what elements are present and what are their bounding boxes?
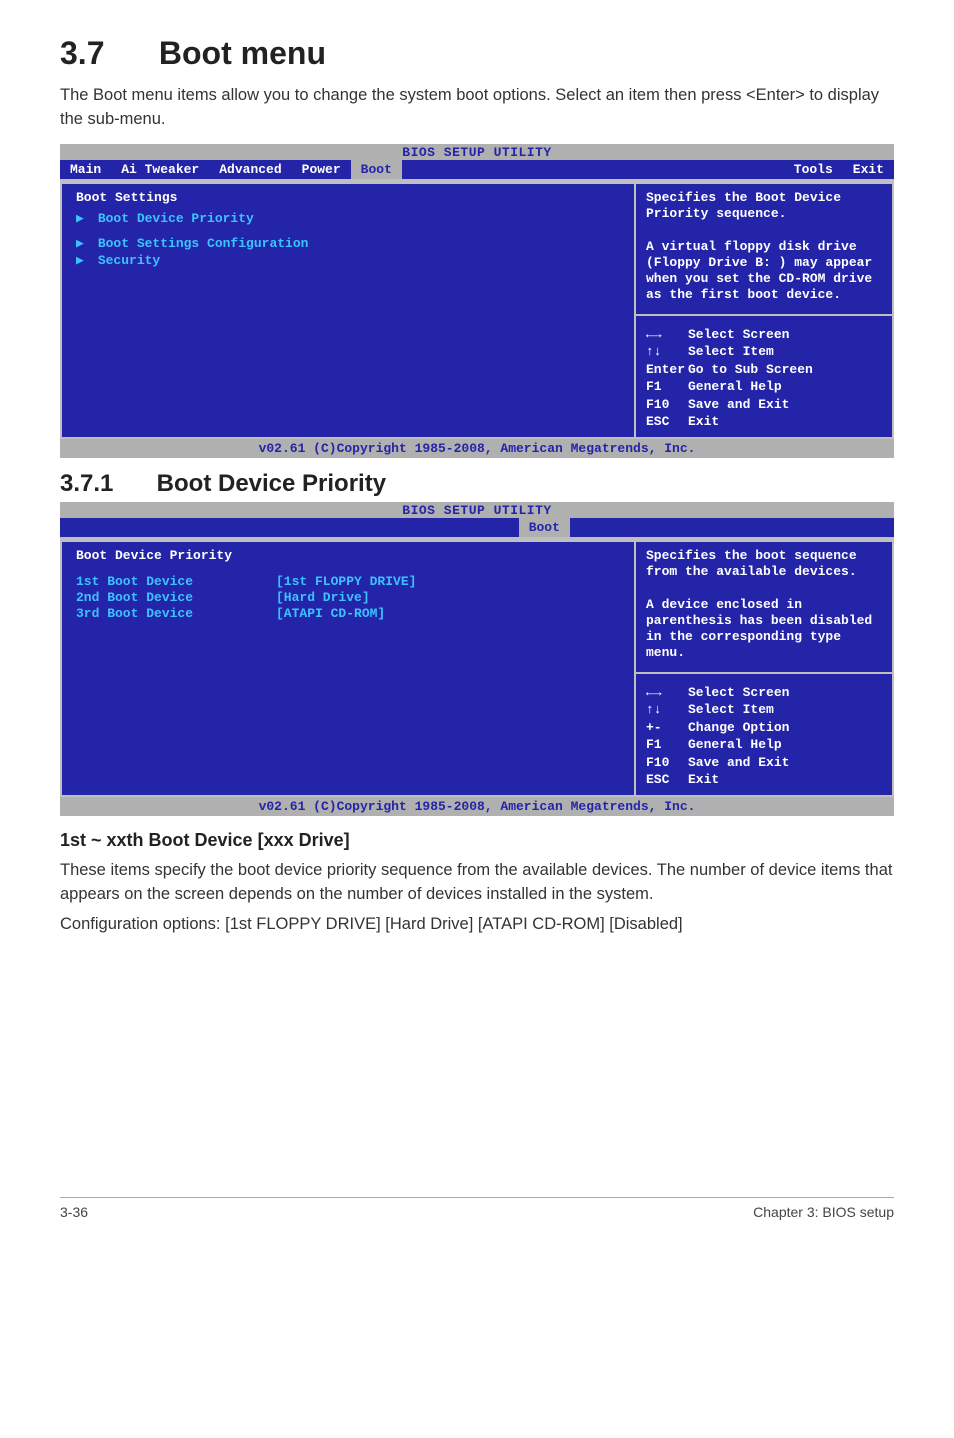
divider xyxy=(636,314,892,316)
boot-device-value: [Hard Drive] xyxy=(276,590,370,605)
boot-device-label: 1st Boot Device xyxy=(76,574,276,589)
tab-ai-tweaker[interactable]: Ai Tweaker xyxy=(111,160,209,179)
bios-screen-boot-settings: BIOS SETUP UTILITY Main Ai Tweaker Advan… xyxy=(60,144,894,458)
menu-boot-device-priority[interactable]: ▶ Boot Device Priority xyxy=(76,211,620,226)
boot-device-label: 3rd Boot Device xyxy=(76,606,276,621)
key-esc: ESC xyxy=(646,413,688,431)
divider xyxy=(636,672,892,674)
bios-left-pane: Boot Settings ▶ Boot Device Priority ▶ B… xyxy=(60,182,634,439)
key-f10: F10 xyxy=(646,754,688,772)
option-description-2: Configuration options: [1st FLOPPY DRIVE… xyxy=(60,913,894,937)
tab-tools[interactable]: Tools xyxy=(784,160,843,179)
boot-device-row-1[interactable]: 1st Boot Device [1st FLOPPY DRIVE] xyxy=(76,574,620,589)
bios-title: BIOS SETUP UTILITY xyxy=(60,144,894,160)
bios-screen-boot-device-priority: BIOS SETUP UTILITY Boot Boot Device Prio… xyxy=(60,502,894,816)
option-heading: 1st ~ xxth Boot Device [xxx Drive] xyxy=(60,830,894,851)
bios-title: BIOS SETUP UTILITY xyxy=(60,502,894,518)
tab-exit[interactable]: Exit xyxy=(843,160,894,179)
boot-device-row-3[interactable]: 3rd Boot Device [ATAPI CD-ROM] xyxy=(76,606,620,621)
subsection-number: 3.7.1 xyxy=(60,470,150,498)
chapter-label: Chapter 3: BIOS setup xyxy=(753,1204,894,1220)
bios-tabs: Boot xyxy=(60,518,894,537)
tab-main[interactable]: Main xyxy=(60,160,111,179)
menu-security[interactable]: ▶ Security xyxy=(76,253,620,268)
submenu-arrow-icon: ▶ xyxy=(76,236,90,251)
bios-copyright: v02.61 (C)Copyright 1985-2008, American … xyxy=(60,797,894,816)
bios-help-pane: Specifies the boot sequence from the ava… xyxy=(634,540,894,797)
boot-device-label: 2nd Boot Device xyxy=(76,590,276,605)
bios-left-pane: Boot Device Priority 1st Boot Device [1s… xyxy=(60,540,634,797)
section-title: Boot menu xyxy=(159,35,326,71)
bios-help-text: Specifies the boot sequence from the ava… xyxy=(646,548,882,662)
bios-left-heading: Boot Settings xyxy=(76,190,620,205)
key-arrows-lr-icon: ←→ xyxy=(646,326,688,344)
bios-help-pane: Specifies the Boot Device Priority seque… xyxy=(634,182,894,439)
page-number: 3-36 xyxy=(60,1204,88,1220)
tab-power[interactable]: Power xyxy=(292,160,351,179)
boot-device-value: [ATAPI CD-ROM] xyxy=(276,606,385,621)
submenu-arrow-icon: ▶ xyxy=(76,211,90,226)
tab-boot[interactable]: Boot xyxy=(519,518,570,537)
key-plus-minus: +- xyxy=(646,719,688,737)
key-arrows-ud-icon: ↑↓ xyxy=(646,343,688,361)
bios-tabs: Main Ai Tweaker Advanced Power Boot Tool… xyxy=(60,160,894,179)
submenu-arrow-icon: ▶ xyxy=(76,253,90,268)
key-f10: F10 xyxy=(646,396,688,414)
section-number: 3.7 xyxy=(60,35,150,72)
bios-help-text: Specifies the Boot Device Priority seque… xyxy=(646,190,882,304)
menu-boot-settings-configuration[interactable]: ▶ Boot Settings Configuration xyxy=(76,236,620,251)
subsection-title: Boot Device Priority xyxy=(157,470,386,497)
tab-advanced[interactable]: Advanced xyxy=(209,160,291,179)
bios-key-legend: ←→Select Screen ↑↓Select Item +-Change O… xyxy=(646,684,882,789)
bios-copyright: v02.61 (C)Copyright 1985-2008, American … xyxy=(60,439,894,458)
boot-device-row-2[interactable]: 2nd Boot Device [Hard Drive] xyxy=(76,590,620,605)
key-enter: Enter xyxy=(646,361,688,379)
page-footer: 3-36 Chapter 3: BIOS setup xyxy=(60,1197,894,1220)
key-f1: F1 xyxy=(646,378,688,396)
key-arrows-ud-icon: ↑↓ xyxy=(646,701,688,719)
bios-key-legend: ←→Select Screen ↑↓Select Item EnterGo to… xyxy=(646,326,882,431)
option-description-1: These items specify the boot device prio… xyxy=(60,859,894,907)
section-intro: The Boot menu items allow you to change … xyxy=(60,84,894,132)
boot-device-value: [1st FLOPPY DRIVE] xyxy=(276,574,416,589)
tab-boot[interactable]: Boot xyxy=(351,160,402,179)
section-heading: 3.7 Boot menu xyxy=(60,35,894,72)
subsection-heading: 3.7.1 Boot Device Priority xyxy=(60,470,894,498)
bios-left-heading: Boot Device Priority xyxy=(76,548,620,563)
key-arrows-lr-icon: ←→ xyxy=(646,684,688,702)
key-esc: ESC xyxy=(646,771,688,789)
key-f1: F1 xyxy=(646,736,688,754)
